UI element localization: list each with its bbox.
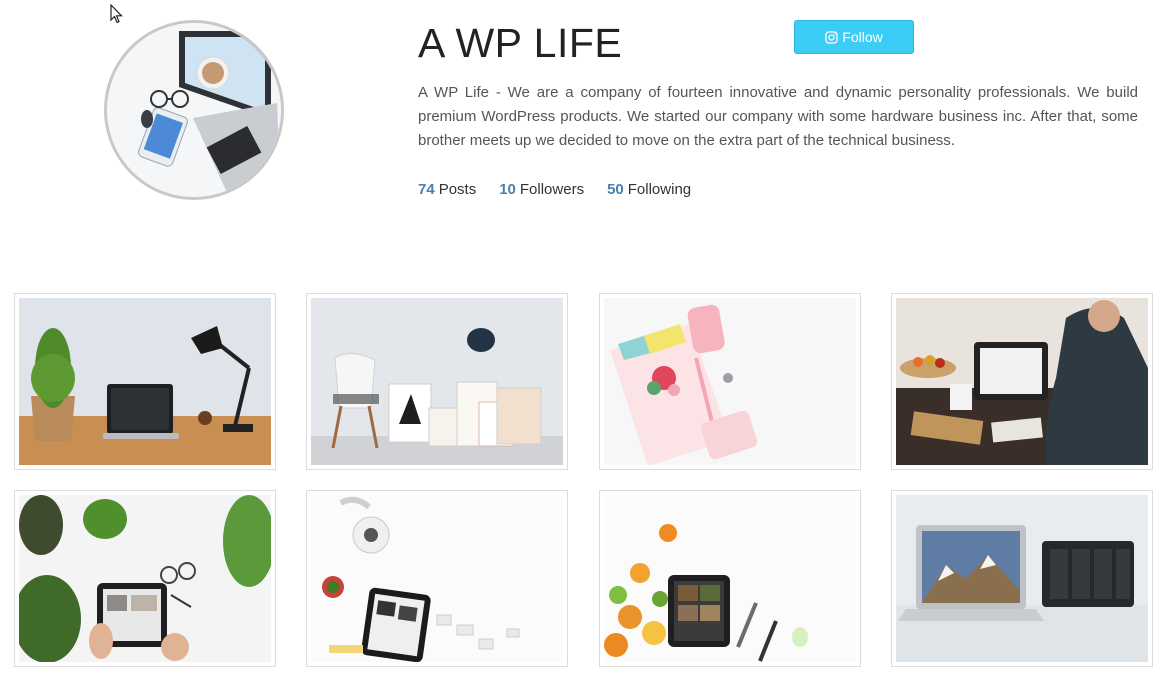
gallery-image <box>604 495 856 662</box>
follow-button-label: Follow <box>842 29 883 45</box>
stat-posts[interactable]: 74 Posts <box>418 181 476 198</box>
stat-count: 10 <box>499 181 516 198</box>
stat-count: 74 <box>418 181 435 198</box>
stat-label: Posts <box>438 181 477 198</box>
gallery-item-tablet-phone-flatlay[interactable] <box>306 490 568 667</box>
stat-label: Following <box>627 181 692 198</box>
gallery-item-laptop-nas[interactable] <box>891 490 1153 667</box>
gallery-image <box>311 298 563 465</box>
profile-name: A WP LIFE <box>418 20 623 66</box>
gallery-image <box>896 495 1148 662</box>
gallery-item-tablet-plants-hands[interactable] <box>14 490 276 667</box>
gallery-item-desk-plant-laptop-lamp[interactable] <box>14 293 276 470</box>
stat-followers[interactable]: 10 Followers <box>499 181 584 198</box>
gallery-image <box>19 298 271 465</box>
gallery-image <box>19 495 271 662</box>
gallery-item-chair-frames-hat[interactable] <box>306 293 568 470</box>
gallery-item-person-tablet-table[interactable] <box>891 293 1153 470</box>
gallery-image <box>604 298 856 465</box>
follow-button[interactable]: Follow <box>794 20 914 54</box>
instagram-icon <box>825 30 838 44</box>
gallery-item-tablet-fruits[interactable] <box>599 490 861 667</box>
gallery-item-notebook-flatlay[interactable] <box>599 293 861 470</box>
gallery-image <box>311 495 563 662</box>
profile-bio: A WP Life - We are a company of fourteen… <box>418 84 1138 149</box>
gallery-image <box>896 298 1148 465</box>
profile-stats: 74 Posts 10 Followers 50 Following <box>418 181 691 198</box>
profile-avatar[interactable] <box>104 20 284 200</box>
stat-count: 50 <box>607 181 624 198</box>
stat-following[interactable]: 50 Following <box>607 181 691 198</box>
mouse-pointer-icon <box>110 4 123 24</box>
stat-label: Followers <box>519 181 585 198</box>
